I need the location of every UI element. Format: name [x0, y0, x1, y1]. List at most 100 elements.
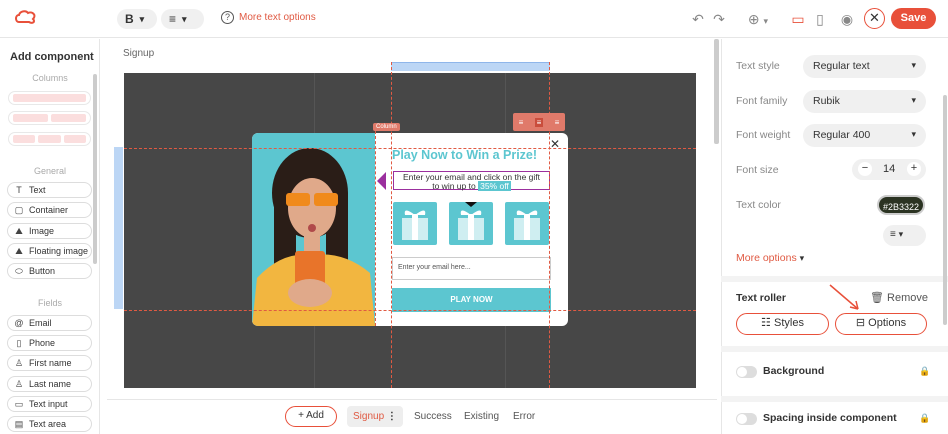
woman-phone-image — [252, 133, 375, 326]
field-phone[interactable]: ▯ Phone — [7, 335, 92, 351]
styles-button[interactable]: ☷ Styles — [736, 313, 829, 335]
increment-icon[interactable]: + — [907, 162, 921, 176]
remove-button[interactable]: 🗑 Remove — [870, 291, 928, 304]
play-now-button[interactable]: PLAY NOW — [392, 288, 551, 312]
chevron-down-icon: ▾ — [139, 13, 145, 24]
more-options-link[interactable]: More options ▾ — [736, 252, 804, 264]
align-left-icon[interactable]: ≡ — [519, 118, 524, 127]
left-scrollbar[interactable] — [93, 74, 97, 264]
right-scrollbar[interactable] — [943, 95, 947, 325]
globe-icon: ⊕ — [747, 11, 760, 27]
text-style-label: Text style — [736, 60, 780, 72]
text-align-dropdown[interactable]: ≡ ▾ — [161, 9, 204, 29]
app-logo[interactable] — [15, 10, 37, 26]
close-editor-button[interactable]: ✕ — [864, 8, 885, 29]
input-icon: ▭ — [14, 398, 24, 409]
font-family-label: Font family — [736, 95, 788, 107]
component-container[interactable]: ▢ Container — [7, 202, 92, 218]
font-weight-select[interactable]: Regular 400 ▾ — [803, 124, 926, 147]
language-dropdown[interactable]: ⊕ ▾ — [740, 10, 776, 28]
gift-box-3[interactable] — [505, 202, 549, 245]
align-right-icon[interactable]: ≡ — [555, 118, 560, 127]
text-color-swatch[interactable]: #2B3322 — [877, 195, 925, 215]
button-icon: ⬭ — [15, 265, 23, 276]
text-icon: T — [16, 185, 22, 195]
textarea-icon: ▤ — [14, 418, 24, 429]
popup-description[interactable]: Enter your email and click on the gift to… — [393, 171, 550, 191]
breadcrumb: Signup — [123, 48, 155, 59]
column-tag: Column — [373, 123, 400, 131]
column-layout-3[interactable] — [8, 132, 91, 146]
collapse-arrow-icon[interactable] — [377, 172, 387, 190]
trash-icon: 🗑 — [870, 292, 884, 304]
floating-image-icon: ⛰ — [15, 245, 23, 256]
field-text-area[interactable]: ▤ Text area — [7, 416, 92, 432]
chevron-down-icon: ▾ — [911, 60, 916, 70]
preview-eye-icon[interactable]: ◉ — [838, 10, 856, 28]
align-center-icon[interactable]: ≡ — [534, 117, 544, 127]
popup-preview[interactable]: ✕ Play Now to Win a Prize! Enter your em… — [252, 133, 568, 326]
person-icon: ♙ — [14, 357, 24, 368]
top-toolbar: B ▾ ≡ ▾ ? More text options ↶ ↷ ⊕ ▾ ▭ ▯ ◉ ✕… — [0, 0, 948, 38]
spacing-label: Spacing inside component — [763, 412, 897, 424]
chevron-down-icon: ▾ — [182, 13, 187, 24]
popup-title[interactable]: Play Now to Win a Prize! — [392, 148, 537, 162]
close-icon: ✕ — [869, 10, 880, 25]
bold-dropdown[interactable]: B ▾ — [117, 9, 157, 29]
align-center-icon: ≡ — [169, 12, 177, 26]
background-label: Background — [763, 365, 825, 377]
options-icon: ⊟ — [855, 317, 866, 329]
mobile-view-icon[interactable]: ▯ — [811, 10, 829, 28]
chevron-down-icon: ▾ — [763, 16, 769, 26]
save-button[interactable]: Save — [891, 8, 936, 29]
field-last-name[interactable]: ♙ Last name — [7, 376, 92, 392]
step-tab-error[interactable]: Error — [513, 411, 535, 422]
text-color-label: Text color — [736, 199, 781, 211]
popup-email-input[interactable]: Enter your email here... — [392, 257, 551, 280]
text-style-select[interactable]: Regular text ▾ — [803, 55, 926, 78]
canvas-scrollbar[interactable] — [714, 39, 719, 144]
spacing-toggle[interactable] — [736, 413, 757, 425]
more-vertical-icon[interactable]: ⋮ — [387, 411, 397, 422]
decrement-icon[interactable]: − — [858, 162, 872, 176]
lock-icon: 🔒 — [919, 366, 931, 376]
step-tab-existing[interactable]: Existing — [464, 411, 499, 422]
component-button[interactable]: ⬭ Button — [7, 263, 92, 279]
add-step-button[interactable]: + Add — [285, 406, 337, 427]
discount-badge: 35% off — [478, 181, 511, 191]
alignment-toolbar[interactable]: ≡ ≡ ≡ — [513, 113, 565, 131]
align-center-icon: ≡ — [890, 229, 896, 240]
background-toggle[interactable] — [736, 366, 757, 378]
at-icon: @ — [14, 318, 24, 328]
font-size-value[interactable]: 14 — [883, 159, 895, 180]
more-text-options-link[interactable]: ? More text options — [221, 11, 316, 24]
field-text-input[interactable]: ▭ Text input — [7, 396, 92, 412]
field-first-name[interactable]: ♙ First name — [7, 355, 92, 371]
column-layout-1[interactable] — [8, 91, 91, 105]
selection-handle-left[interactable] — [114, 147, 123, 309]
selection-handle-top[interactable] — [391, 62, 550, 71]
gift-box-1[interactable] — [393, 202, 437, 245]
font-family-select[interactable]: Rubik ▾ — [803, 90, 926, 113]
undo-icon[interactable]: ↶ — [689, 10, 707, 28]
text-align-select[interactable]: ≡ ▾ — [883, 225, 926, 246]
field-email[interactable]: @ Email — [7, 315, 92, 331]
gift-box-2[interactable] — [449, 202, 493, 245]
font-size-stepper[interactable]: − 14 + — [852, 159, 926, 180]
person-icon: ♙ — [14, 378, 24, 389]
general-heading: General — [33, 166, 67, 176]
chevron-down-icon: ▾ — [898, 229, 904, 239]
component-floating-image[interactable]: ⛰ Floating image — [7, 243, 92, 259]
options-button[interactable]: ⊟ Options — [835, 313, 927, 335]
lock-icon: 🔒 — [919, 413, 931, 423]
desktop-view-icon[interactable]: ▭ — [789, 10, 807, 28]
step-tab-signup[interactable]: Signup ⋮ — [347, 406, 403, 427]
columns-heading: Columns — [32, 73, 68, 83]
chevron-down-icon: ▾ — [911, 129, 916, 139]
component-image[interactable]: ⛰ Image — [7, 223, 92, 239]
step-bar — [107, 399, 717, 434]
component-text[interactable]: T Text — [7, 182, 92, 198]
column-layout-2[interactable] — [8, 111, 91, 125]
step-tab-success[interactable]: Success — [414, 411, 452, 422]
redo-icon[interactable]: ↷ — [710, 10, 728, 28]
